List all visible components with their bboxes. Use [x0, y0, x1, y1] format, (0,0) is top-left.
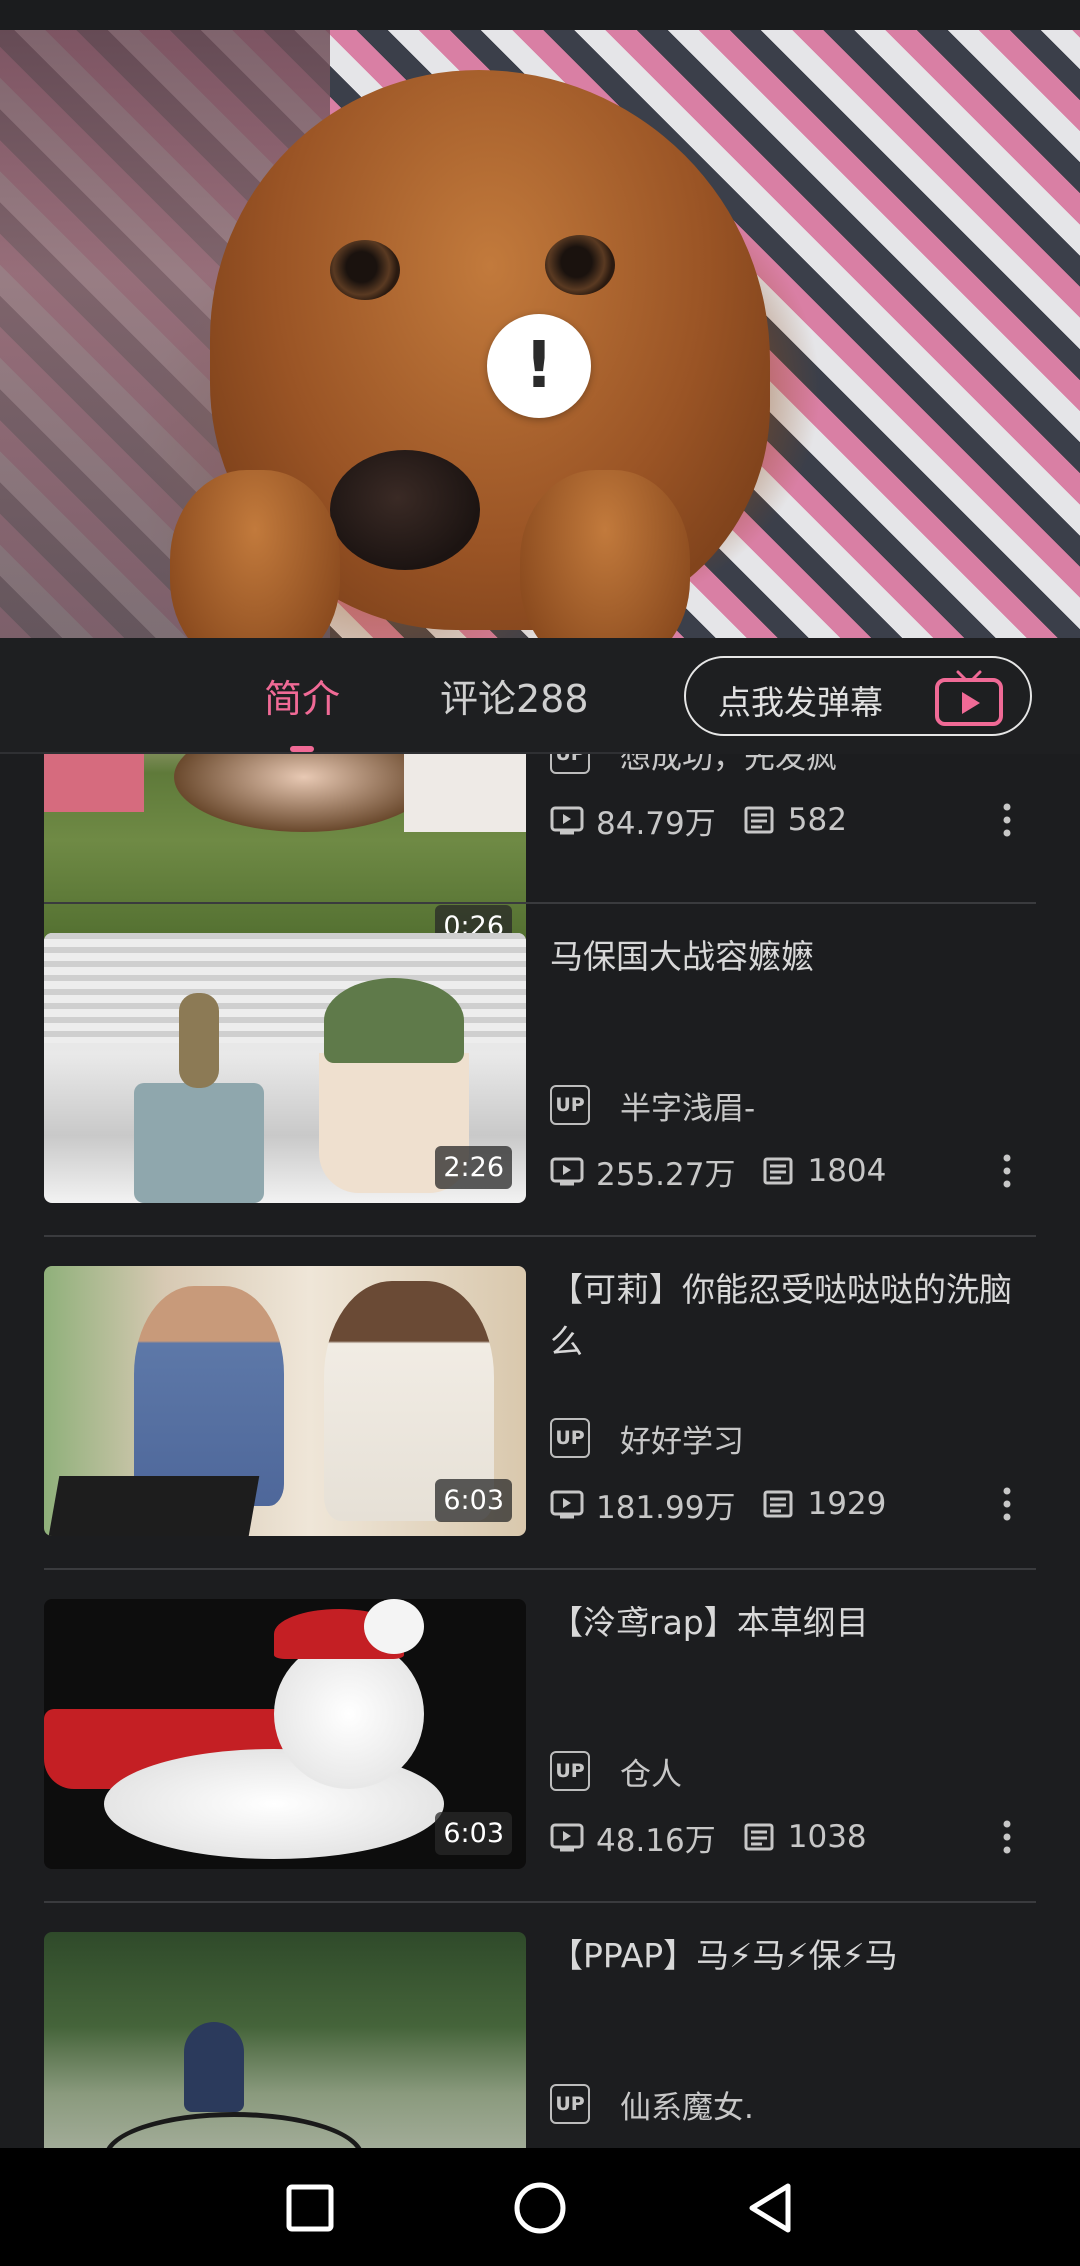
uploader-name: 想成功，先发疯	[620, 754, 837, 776]
video-duration: 6:03	[435, 1812, 512, 1855]
view-count: 255.27万	[596, 1156, 736, 1193]
thumb-shape	[48, 1476, 260, 1536]
uploader-row[interactable]: UP 仙系魔女.	[550, 2082, 754, 2126]
status-bar	[0, 0, 1080, 30]
play-count-icon	[550, 806, 584, 835]
stats-row: 181.99万 1929	[550, 1482, 886, 1526]
dog-nose	[330, 450, 480, 570]
system-nav-bar	[0, 2148, 1080, 2266]
up-badge: UP	[550, 2084, 590, 2124]
play-count-icon	[550, 1490, 584, 1519]
stats-row: 255.27万 1804	[550, 1149, 886, 1193]
play-count-icon	[550, 1823, 584, 1852]
thumb-shape	[104, 2112, 364, 2148]
danmaku-count: 582	[787, 802, 847, 838]
alert-icon[interactable]: !	[487, 314, 591, 418]
tab-comments[interactable]: 评论288	[440, 668, 589, 723]
video-title[interactable]: 马保国大战容嬷嬷	[550, 931, 1030, 983]
send-danmaku-button[interactable]: 点我发弹幕	[684, 656, 1032, 736]
uploader-row[interactable]: UP 仓人	[550, 1749, 682, 1793]
danmaku-count-icon	[744, 1823, 774, 1851]
list-item[interactable]: 6:03 【泠鸢rap】本草纲目 UP 仓人 48.16万 1038	[0, 1599, 1080, 1932]
tab-bar: 简介 评论288 点我发弹幕	[0, 638, 1080, 754]
more-options-icon[interactable]	[1002, 1487, 1012, 1521]
danmaku-count: 1038	[787, 1819, 867, 1855]
video-title[interactable]: 【可莉】你能忍受哒哒哒的洗脑么	[550, 1264, 1030, 1368]
related-video-list: 0:26 UP 想成功，先发疯 84.79万 582 2:26 马保国大战容嬷嬷…	[0, 754, 1080, 2148]
thumb-shape	[134, 1083, 264, 1203]
tab-intro[interactable]: 简介	[264, 668, 340, 723]
video-duration: 6:03	[435, 1479, 512, 1522]
thumb-shape	[179, 993, 219, 1088]
danmaku-count: 1804	[807, 1153, 887, 1189]
thumb-shape	[184, 2022, 244, 2112]
home-icon[interactable]	[510, 2178, 570, 2238]
danmaku-count-icon	[744, 806, 774, 834]
dog-eye-left	[330, 240, 400, 300]
dog-eye-right	[545, 235, 615, 295]
video-thumbnail[interactable]: 6:03	[44, 1599, 526, 1869]
list-divider	[44, 902, 1036, 904]
alert-glyph: !	[524, 329, 554, 403]
video-player[interactable]: !	[0, 30, 1080, 638]
list-item[interactable]: 2:26 马保国大战容嬷嬷 UP 半字浅眉- 255.27万 1804	[0, 933, 1080, 1266]
uploader-row[interactable]: UP 想成功，先发疯	[550, 754, 837, 776]
video-title[interactable]: 【泠鸢rap】本草纲目	[550, 1597, 1030, 1649]
thumb-shape	[364, 1599, 424, 1654]
thumb-shape	[44, 754, 144, 812]
more-options-icon[interactable]	[1002, 803, 1012, 837]
video-duration: 2:26	[435, 1146, 512, 1189]
dog-paw-left	[170, 470, 340, 638]
recent-apps-icon[interactable]	[280, 2178, 340, 2238]
view-count: 84.79万	[596, 805, 716, 842]
thumb-shape	[404, 754, 526, 832]
list-divider	[44, 1901, 1036, 1903]
video-thumbnail[interactable]: 0:26	[44, 754, 526, 962]
list-item[interactable]: 【PPAP】马⚡马⚡保⚡马 UP 仙系魔女.	[0, 1932, 1080, 2148]
thumb-shape	[324, 978, 464, 1063]
uploader-row[interactable]: UP 好好学习	[550, 1416, 744, 1460]
video-thumbnail[interactable]: 6:03	[44, 1266, 526, 1536]
thumb-shape	[274, 1639, 424, 1789]
back-icon[interactable]	[740, 2178, 800, 2238]
danmaku-count-icon	[763, 1157, 793, 1185]
more-options-icon[interactable]	[1002, 1820, 1012, 1854]
list-divider	[44, 1568, 1036, 1570]
list-divider	[44, 1235, 1036, 1237]
danmaku-count-icon	[763, 1490, 793, 1518]
uploader-row[interactable]: UP 半字浅眉-	[550, 1083, 755, 1127]
up-badge: UP	[550, 754, 590, 774]
play-count-icon	[550, 1157, 584, 1186]
thumb-shape	[134, 1286, 284, 1506]
view-count: 48.16万	[596, 1822, 716, 1859]
dog-paw-right	[520, 470, 690, 638]
uploader-name: 仓人	[620, 1756, 682, 1793]
uploader-name: 好好学习	[620, 1423, 744, 1460]
list-item[interactable]: 6:03 【可莉】你能忍受哒哒哒的洗脑么 UP 好好学习 181.99万 192…	[0, 1266, 1080, 1599]
stats-row: 84.79万 582	[550, 798, 847, 842]
video-thumbnail[interactable]: 2:26	[44, 933, 526, 1203]
up-badge: UP	[550, 1418, 590, 1458]
send-danmaku-label: 点我发弹幕	[718, 683, 883, 722]
video-title[interactable]: 【PPAP】马⚡马⚡保⚡马	[550, 1930, 1030, 1982]
view-count: 181.99万	[596, 1489, 736, 1526]
tv-icon	[935, 670, 1003, 726]
up-badge: UP	[550, 1085, 590, 1125]
uploader-name: 仙系魔女.	[620, 2089, 754, 2126]
stats-row: 48.16万 1038	[550, 1815, 867, 1859]
up-badge: UP	[550, 1751, 590, 1791]
video-thumbnail[interactable]	[44, 1932, 526, 2148]
more-options-icon[interactable]	[1002, 1154, 1012, 1188]
uploader-name: 半字浅眉-	[620, 1090, 756, 1127]
danmaku-count: 1929	[807, 1486, 887, 1522]
thumb-shape	[174, 754, 434, 832]
